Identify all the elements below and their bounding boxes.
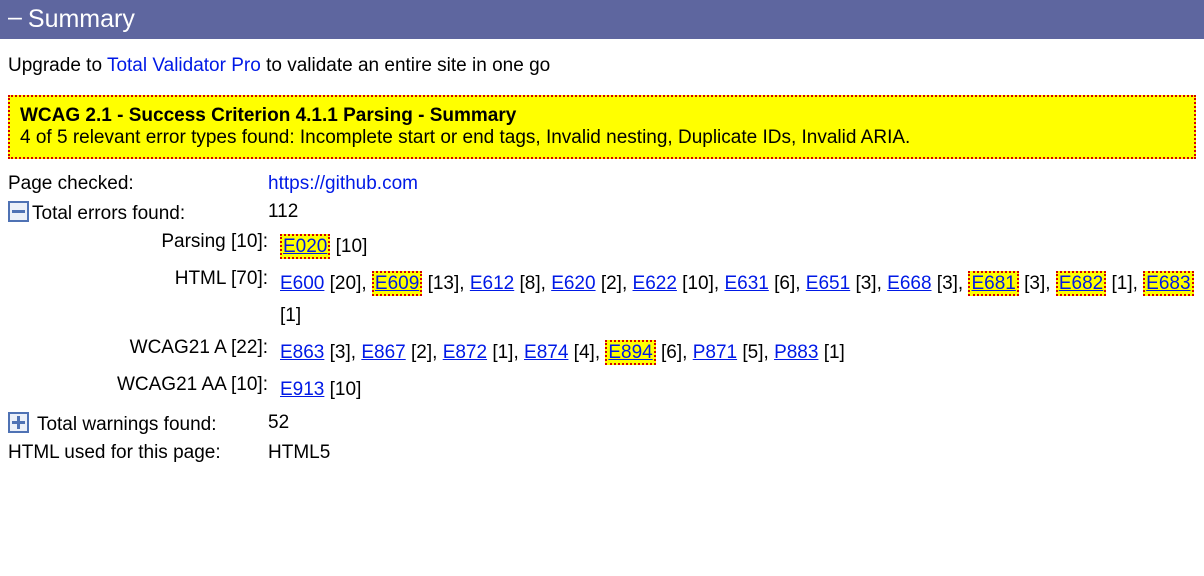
html-used-row: HTML used for this page: HTML5 <box>8 442 1196 464</box>
wcag-body: 4 of 5 relevant error types found: Incom… <box>20 127 1184 149</box>
separator: , <box>361 273 372 294</box>
upgrade-line: Upgrade to Total Validator Pro to valida… <box>8 55 1196 77</box>
separator: , <box>958 273 969 294</box>
error-code-link[interactable]: E913 <box>280 379 324 400</box>
separator: , <box>351 342 362 363</box>
html-used-value: HTML5 <box>268 442 1196 464</box>
error-code-link[interactable]: E872 <box>443 342 487 363</box>
error-code-count: [4] <box>568 342 594 363</box>
error-code-link[interactable]: E622 <box>633 273 677 294</box>
error-group-label: HTML [70]: <box>8 268 280 290</box>
error-code-count: [6] <box>769 273 795 294</box>
separator: , <box>1045 273 1056 294</box>
page-checked-label: Page checked: <box>8 173 268 195</box>
page-checked-url[interactable]: https://github.com <box>268 173 418 194</box>
page-checked-row: Page checked: https://github.com <box>8 173 1196 195</box>
error-code-count: [8] <box>514 273 540 294</box>
separator: , <box>714 273 725 294</box>
error-group-row: WCAG21 A [22]:E863 [3], E867 [2], E872 [… <box>8 337 1196 368</box>
separator: , <box>595 342 606 363</box>
error-group-codes: E913 [10] <box>280 374 1196 405</box>
separator: , <box>682 342 693 363</box>
error-code-count: [1] <box>487 342 513 363</box>
error-code-link[interactable]: P883 <box>774 342 818 363</box>
error-code-count: [3] <box>1019 273 1045 294</box>
upgrade-link[interactable]: Total Validator Pro <box>107 55 261 76</box>
error-code-count: [1] <box>1106 273 1132 294</box>
separator: , <box>877 273 888 294</box>
error-code-count: [3] <box>850 273 876 294</box>
error-code-count: [1] <box>280 305 301 326</box>
error-group-row: Parsing [10]:E020 [10] <box>8 231 1196 262</box>
error-code-link[interactable]: E867 <box>361 342 405 363</box>
error-code-count: [13] <box>422 273 459 294</box>
summary-header: –Summary <box>0 0 1204 39</box>
error-code-link[interactable]: E863 <box>280 342 324 363</box>
html-used-label: HTML used for this page: <box>8 442 268 464</box>
upgrade-prefix: Upgrade to <box>8 55 107 76</box>
error-code-link[interactable]: E874 <box>524 342 568 363</box>
error-group-row: HTML [70]:E600 [20], E609 [13], E612 [8]… <box>8 268 1196 331</box>
error-code-count: [6] <box>656 342 682 363</box>
summary-title: Summary <box>28 5 135 33</box>
separator: , <box>1133 273 1144 294</box>
error-code-count: [2] <box>406 342 432 363</box>
separator: , <box>459 273 470 294</box>
wcag-summary-box: WCAG 2.1 - Success Criterion 4.1.1 Parsi… <box>8 95 1196 159</box>
separator: , <box>432 342 443 363</box>
separator: , <box>513 342 524 363</box>
error-code-count: [20] <box>324 273 361 294</box>
error-code-count: [10] <box>677 273 714 294</box>
error-code-count: [1] <box>818 342 844 363</box>
error-code-link[interactable]: E683 <box>1143 271 1193 296</box>
error-code-count: [10] <box>324 379 361 400</box>
error-code-link[interactable]: E681 <box>968 271 1018 296</box>
error-code-count: [10] <box>330 236 367 257</box>
total-errors-value: 112 <box>268 201 1196 223</box>
error-group-codes: E863 [3], E867 [2], E872 [1], E874 [4], … <box>280 337 1196 368</box>
wcag-title: WCAG 2.1 - Success Criterion 4.1.1 Parsi… <box>20 105 1184 127</box>
error-group-label: Parsing [10]: <box>8 231 280 253</box>
error-code-link[interactable]: E600 <box>280 273 324 294</box>
collapse-icon[interactable]: – <box>8 3 22 32</box>
total-errors-label: Total errors found: <box>8 201 268 225</box>
total-warnings-value: 52 <box>268 412 1196 434</box>
total-errors-row: Total errors found: 112 <box>8 201 1196 225</box>
error-code-link[interactable]: E631 <box>724 273 768 294</box>
separator: , <box>795 273 806 294</box>
error-code-count: [3] <box>324 342 350 363</box>
total-warnings-row: Total warnings found: 52 <box>8 412 1196 436</box>
error-code-link[interactable]: E668 <box>887 273 931 294</box>
error-code-link[interactable]: E612 <box>470 273 514 294</box>
total-warnings-label-text: Total warnings found: <box>37 414 217 435</box>
error-code-link[interactable]: E620 <box>551 273 595 294</box>
error-code-count: [5] <box>737 342 763 363</box>
error-code-count: [3] <box>932 273 958 294</box>
error-code-link[interactable]: E894 <box>605 340 655 365</box>
upgrade-suffix: to validate an entire site in one go <box>261 55 550 76</box>
error-code-link[interactable]: P871 <box>693 342 737 363</box>
error-group-row: WCAG21 AA [10]:E913 [10] <box>8 374 1196 405</box>
error-group-label: WCAG21 AA [10]: <box>8 374 280 396</box>
error-code-link[interactable]: E651 <box>806 273 850 294</box>
expand-toggle-icon[interactable] <box>8 412 29 433</box>
separator: , <box>541 273 552 294</box>
error-code-link[interactable]: E682 <box>1056 271 1106 296</box>
separator: , <box>764 342 775 363</box>
error-group-codes: E020 [10] <box>280 231 1196 262</box>
error-code-count: [2] <box>596 273 622 294</box>
collapse-toggle-icon[interactable] <box>8 201 29 222</box>
separator: , <box>622 273 633 294</box>
total-errors-label-text: Total errors found: <box>32 203 185 224</box>
total-warnings-label: Total warnings found: <box>8 412 268 436</box>
error-code-link[interactable]: E609 <box>372 271 422 296</box>
error-group-codes: E600 [20], E609 [13], E612 [8], E620 [2]… <box>280 268 1196 331</box>
error-code-link[interactable]: E020 <box>280 234 330 259</box>
error-group-label: WCAG21 A [22]: <box>8 337 280 359</box>
